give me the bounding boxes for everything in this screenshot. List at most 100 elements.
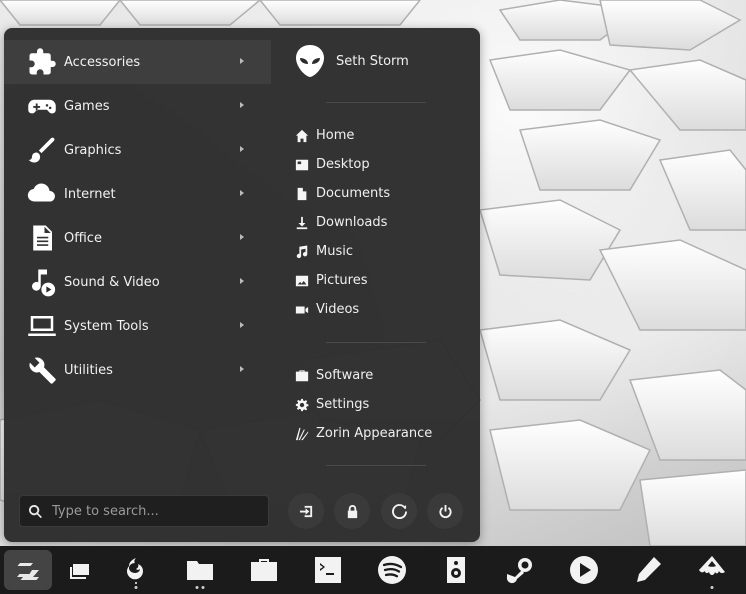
chevron-right-icon — [238, 275, 246, 287]
puzzle-icon — [26, 46, 58, 78]
divider — [326, 342, 426, 343]
spotify-launcher[interactable] — [368, 550, 416, 590]
place-label: Documents — [316, 186, 391, 201]
place-videos[interactable]: Videos — [294, 295, 390, 324]
running-indicator — [710, 586, 714, 589]
chevron-right-icon — [238, 363, 246, 375]
alien-avatar-icon — [294, 42, 326, 80]
search-input[interactable] — [52, 503, 252, 519]
logout-icon — [299, 505, 312, 517]
inkscape-launcher[interactable] — [688, 550, 736, 590]
restart-icon — [391, 503, 407, 519]
place-label: Videos — [316, 302, 360, 317]
gamepad-icon — [26, 90, 58, 122]
category-list: Accessories Games Graphics Internet Offi… — [4, 40, 271, 392]
category-graphics[interactable]: Graphics — [4, 128, 271, 172]
taskbar — [0, 546, 746, 594]
image-icon — [294, 273, 310, 289]
place-pictures[interactable]: Pictures — [294, 266, 390, 295]
power-button[interactable] — [427, 493, 463, 529]
category-sound-video[interactable]: Sound & Video — [4, 260, 271, 304]
window-switcher-icon — [70, 564, 89, 579]
place-desktop[interactable]: Desktop — [294, 150, 390, 179]
chevron-right-icon — [238, 231, 246, 243]
download-icon — [294, 215, 310, 231]
category-label: Graphics — [64, 142, 122, 158]
terminal-launcher[interactable] — [304, 550, 352, 590]
music-note-icon — [294, 244, 310, 260]
user-account[interactable]: Seth Storm — [294, 42, 409, 80]
files-launcher[interactable] — [176, 550, 224, 590]
search-box[interactable] — [19, 495, 269, 527]
category-office[interactable]: Office — [4, 216, 271, 260]
gear-icon — [294, 397, 310, 413]
files-icon — [187, 561, 213, 580]
places-list: Home Desktop Documents Downloads Music P… — [294, 121, 390, 324]
chevron-right-icon — [238, 55, 246, 67]
chevron-right-icon — [238, 143, 246, 155]
category-label: Accessories — [64, 54, 141, 70]
application-menu: Accessories Games Graphics Internet Offi… — [4, 28, 480, 542]
bag-icon — [294, 368, 310, 384]
category-accessories[interactable]: Accessories — [4, 40, 271, 84]
place-label: Pictures — [316, 273, 368, 288]
speaker-launcher[interactable] — [432, 550, 480, 590]
media-player-icon — [570, 556, 598, 584]
media-player-launcher[interactable] — [560, 550, 608, 590]
chevron-right-icon — [238, 187, 246, 199]
system-apps-list: Software Settings Zorin Appearance — [294, 361, 432, 448]
logout-button[interactable] — [288, 493, 324, 529]
software-launcher[interactable] — [240, 550, 288, 590]
app-software[interactable]: Software — [294, 361, 432, 390]
chevron-right-icon — [238, 99, 246, 111]
home-icon — [294, 128, 310, 144]
place-label: Music — [316, 244, 353, 259]
spotify-icon — [378, 556, 406, 584]
category-internet[interactable]: Internet — [4, 172, 271, 216]
window-switcher-button[interactable] — [56, 550, 104, 590]
document-icon — [26, 222, 58, 254]
place-home[interactable]: Home — [294, 121, 390, 150]
category-label: Internet — [64, 186, 116, 202]
search-icon — [29, 504, 42, 518]
restart-button[interactable] — [381, 493, 417, 529]
place-label: Downloads — [316, 215, 388, 230]
category-games[interactable]: Games — [4, 84, 271, 128]
software-icon — [251, 559, 277, 581]
app-settings[interactable]: Settings — [294, 390, 432, 419]
running-indicator — [134, 586, 138, 589]
zorin-menu-button[interactable] — [4, 550, 52, 590]
desktop-icon — [294, 157, 310, 173]
power-icon — [438, 504, 452, 518]
place-music[interactable]: Music — [294, 237, 390, 266]
app-label: Software — [316, 368, 374, 383]
running-indicator — [195, 586, 205, 589]
category-label: System Tools — [64, 318, 149, 334]
brush-icon — [26, 134, 58, 166]
category-label: Sound & Video — [64, 274, 160, 290]
lock-button[interactable] — [334, 493, 370, 529]
steam-launcher[interactable] — [496, 550, 544, 590]
category-label: Office — [64, 230, 102, 246]
category-utilities[interactable]: Utilities — [4, 348, 271, 392]
cloud-icon — [26, 178, 58, 210]
music-play-icon — [26, 266, 58, 298]
zorin-menu-icon — [17, 563, 39, 580]
appearance-icon — [294, 426, 310, 442]
category-label: Games — [64, 98, 110, 114]
laptop-icon — [26, 310, 58, 342]
user-name: Seth Storm — [336, 53, 409, 69]
place-documents[interactable]: Documents — [294, 179, 390, 208]
divider — [326, 465, 426, 466]
place-label: Desktop — [316, 157, 370, 172]
text-editor-launcher[interactable] — [624, 550, 672, 590]
terminal-icon — [315, 557, 341, 583]
category-label: Utilities — [64, 362, 113, 378]
firefox-launcher[interactable] — [112, 550, 160, 590]
inkscape-icon — [699, 556, 725, 575]
app-zorin-appearance[interactable]: Zorin Appearance — [294, 419, 432, 448]
category-system-tools[interactable]: System Tools — [4, 304, 271, 348]
app-label: Settings — [316, 397, 370, 412]
wrench-icon — [26, 354, 58, 386]
place-downloads[interactable]: Downloads — [294, 208, 390, 237]
